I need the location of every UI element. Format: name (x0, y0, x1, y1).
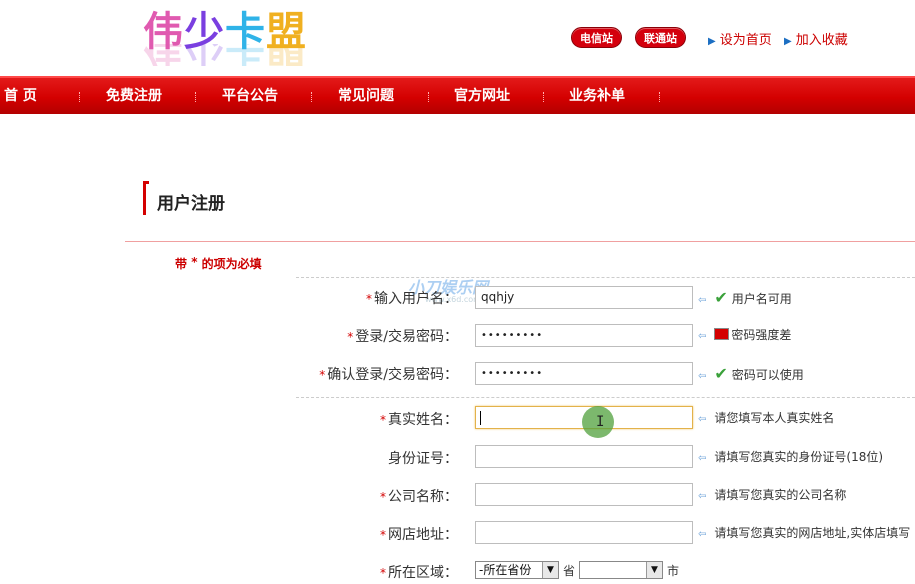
province-unit: 省 (563, 564, 576, 578)
arrow-left-icon: ⇦ (698, 295, 707, 306)
nav-item-register[interactable]: 免费注册 (106, 78, 162, 114)
section-divider (296, 277, 915, 278)
username-input[interactable]: qqhjy (475, 286, 693, 309)
shop-input[interactable] (475, 521, 693, 544)
add-favorite-link[interactable]: ▶ 加入收藏 (784, 29, 848, 48)
unicom-site-button[interactable]: 联通站 (635, 27, 686, 48)
province-select[interactable]: -所在省份 ▼ (475, 561, 559, 579)
idcard-input[interactable] (475, 445, 693, 468)
telecom-site-button[interactable]: 电信站 (571, 27, 622, 48)
nav-item-order-supplement[interactable]: 业务补单 (569, 78, 625, 114)
idcard-hint: ⇦ 请填写您真实的身份证号(18位) (698, 450, 884, 464)
dropdown-arrow-icon: ▼ (646, 562, 662, 578)
realname-hint: ⇦ 请您填写本人真实姓名 (698, 411, 835, 425)
arrow-left-icon: ⇦ (698, 371, 707, 382)
arrow-left-icon: ⇦ (698, 529, 707, 540)
company-hint: ⇦ 请填写您真实的公司名称 (698, 488, 847, 502)
confirm-password-label: * 确认登录/交易密码： (319, 367, 458, 383)
city-select[interactable]: ▼ (579, 561, 663, 579)
logo-reflection: 伟少卡盟 (143, 44, 307, 66)
check-icon: ✔ (714, 288, 728, 307)
username-label: * 输入用户名： (366, 291, 458, 307)
title-bracket (143, 181, 149, 215)
title-divider (125, 241, 915, 242)
arrow-left-icon: ⇦ (698, 491, 707, 502)
username-hint: ⇦ ✔ 用户名可用 (698, 288, 792, 307)
password-label: * 登录/交易密码： (347, 329, 458, 345)
nav-item-official-site[interactable]: 官方网址 (454, 78, 510, 114)
site-logo[interactable]: 伟少卡盟 伟少卡盟 (143, 4, 313, 66)
nav-item-faq[interactable]: 常见问题 (338, 78, 394, 114)
dropdown-arrow-icon: ▼ (542, 562, 558, 578)
text-caret (480, 411, 481, 425)
nav-separator (195, 92, 196, 102)
shop-hint: ⇦ 请填写您真实的网店地址,实体店填写 (698, 526, 911, 540)
company-input[interactable] (475, 483, 693, 506)
password-input[interactable]: ••••••••• (475, 324, 693, 347)
page-title: 用户注册 (157, 194, 225, 214)
confirm-password-input[interactable]: ••••••••• (475, 362, 693, 385)
password-hint: ⇦ 密码强度差 (698, 328, 792, 342)
nav-separator (311, 92, 312, 102)
nav-separator (428, 92, 429, 102)
company-label: * 公司名称： (380, 489, 458, 505)
main-nav: 首 页 免费注册 平台公告 常见问题 官方网址 业务补单 (0, 76, 915, 114)
nav-item-announcements[interactable]: 平台公告 (222, 78, 278, 114)
city-unit: 市 (667, 564, 680, 578)
realname-label: * 真实姓名： (380, 412, 458, 428)
ibeam-cursor-icon: I (596, 414, 605, 430)
shop-label: * 网店地址： (380, 527, 458, 543)
region-label: * 所在区域： (380, 565, 458, 581)
idcard-label: 身份证号： (388, 451, 458, 467)
chevron-right-icon: ▶ (784, 36, 792, 47)
nav-separator (543, 92, 544, 102)
arrow-left-icon: ⇦ (698, 331, 707, 342)
check-icon: ✔ (714, 364, 728, 383)
set-homepage-link[interactable]: ▶ 设为首页 (708, 29, 772, 48)
strength-bar-icon (714, 328, 730, 340)
arrow-left-icon: ⇦ (698, 414, 707, 425)
nav-item-home[interactable]: 首 页 (4, 78, 37, 114)
chevron-right-icon: ▶ (708, 36, 716, 47)
nav-separator (79, 92, 80, 102)
confirm-password-hint: ⇦ ✔ 密码可以使用 (698, 364, 804, 383)
section-divider (296, 397, 915, 398)
required-note: 带 * 的项为必填 (175, 255, 262, 271)
arrow-left-icon: ⇦ (698, 453, 707, 464)
nav-separator (659, 92, 660, 102)
